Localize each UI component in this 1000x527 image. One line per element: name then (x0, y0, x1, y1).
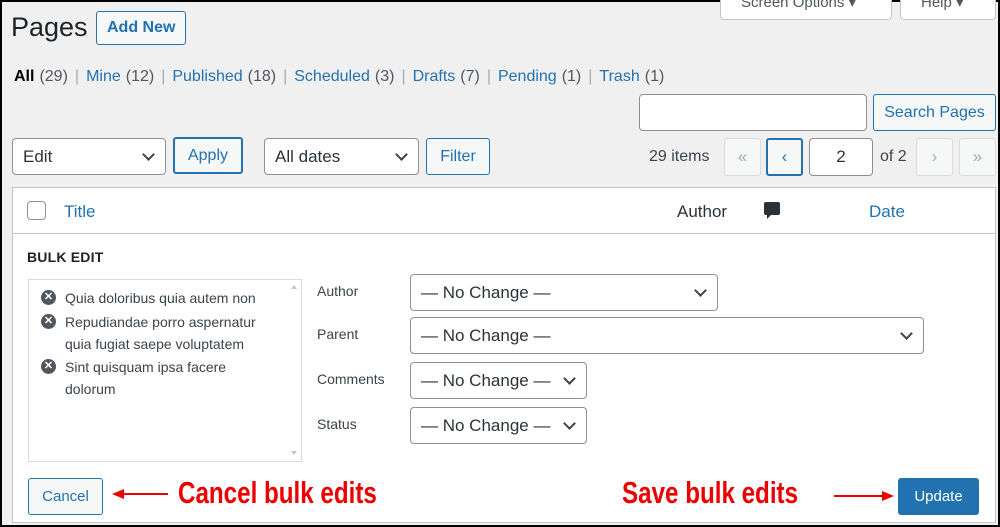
filter-mine[interactable]: Mine (12) (86, 68, 154, 86)
date-filter-value: All dates (275, 147, 341, 166)
filter-count: (18) (247, 68, 277, 85)
filter-mine-link[interactable]: Mine (86, 68, 121, 86)
chevron-down-icon (563, 417, 576, 430)
pages-table: Title Author Date BULK EDIT ✕ Quia dolor… (12, 187, 996, 523)
add-new-button[interactable]: Add New (96, 11, 187, 45)
column-author: Author (677, 202, 728, 221)
prev-page-button[interactable]: ‹ (766, 138, 803, 176)
filter-published[interactable]: Published (18) (172, 68, 276, 86)
status-label: Status (317, 416, 357, 432)
column-title[interactable]: Title (64, 202, 96, 222)
current-page-input[interactable]: 2 (809, 138, 873, 176)
parent-value: — No Change — (421, 326, 551, 345)
scroll-up-arrow[interactable] (291, 285, 297, 289)
column-date[interactable]: Date (869, 202, 905, 222)
comments-label: Comments (317, 371, 385, 387)
parent-label: Parent (317, 326, 359, 342)
separator: | (283, 68, 288, 85)
bulk-action-value: Edit (23, 147, 53, 166)
list-item: ✕ Sint quisquam ipsa facere dolorum (41, 356, 235, 400)
screen-options-tab[interactable]: Screen Options ▾ (720, 0, 892, 20)
filter-all[interactable]: All (29) (14, 68, 68, 86)
items-count: 29 items (649, 148, 710, 165)
bulk-titles-list[interactable]: ✕ Quia doloribus quia autem non ✕ Repudi… (28, 279, 302, 462)
remove-icon[interactable]: ✕ (41, 314, 56, 329)
table-header: Title Author Date (13, 188, 995, 234)
filter-trash-link[interactable]: Trash (599, 68, 639, 86)
cancel-button[interactable]: Cancel (28, 478, 103, 515)
date-filter-select[interactable]: All dates (264, 138, 419, 175)
separator: | (486, 68, 491, 85)
filter-scheduled-link[interactable]: Scheduled (294, 68, 370, 86)
filter-drafts[interactable]: Drafts (7) (413, 68, 480, 86)
filter-scheduled[interactable]: Scheduled (3) (294, 68, 394, 86)
scroll-down-arrow[interactable] (291, 451, 297, 455)
chevron-down-icon (142, 148, 155, 161)
chevron-down-icon (395, 148, 408, 161)
filter-published-link[interactable]: Published (172, 68, 242, 86)
page-title: Pages (11, 12, 88, 42)
filter-count: (1) (561, 68, 582, 85)
annotation-arrow-line (834, 495, 884, 497)
bulk-action-select[interactable]: Edit (12, 138, 166, 175)
separator: | (161, 68, 166, 85)
chevron-down-icon (563, 372, 576, 385)
list-item: ✕ Quia doloribus quia autem non (41, 287, 265, 309)
separator: | (74, 68, 80, 85)
filter-count: (7) (460, 68, 480, 85)
separator: | (401, 68, 406, 85)
comment-icon (763, 201, 781, 219)
arrow-right-icon (882, 491, 894, 501)
cancel-annotation: Cancel bulk edits (178, 475, 377, 510)
author-label: Author (317, 283, 359, 299)
parent-select[interactable]: — No Change — (410, 317, 924, 354)
list-item: ✕ Repudiandae porro aspernatur quia fugi… (41, 311, 265, 355)
total-pages: of 2 (880, 148, 907, 165)
filter-all-link[interactable]: All (14, 68, 34, 86)
update-button[interactable]: Update (898, 478, 979, 515)
status-select[interactable]: — No Change — (410, 407, 587, 444)
search-pages-button[interactable]: Search Pages (873, 94, 996, 131)
select-all-checkbox[interactable] (27, 201, 46, 220)
filter-drafts-link[interactable]: Drafts (413, 68, 456, 86)
filter-count: (3) (374, 68, 395, 85)
comments-value: — No Change — (421, 371, 551, 390)
status-value: — No Change — (421, 416, 551, 435)
comments-select[interactable]: — No Change — (410, 362, 587, 399)
remove-icon[interactable]: ✕ (41, 290, 56, 305)
bulk-edit-heading: BULK EDIT (27, 249, 104, 265)
search-input[interactable] (639, 94, 867, 131)
list-item-title: Repudiandae porro aspernatur quia fugiat… (65, 314, 256, 352)
filter-pending-link[interactable]: Pending (498, 68, 557, 86)
filter-count: (29) (39, 68, 68, 85)
filter-trash[interactable]: Trash (1) (599, 68, 664, 86)
filter-button[interactable]: Filter (426, 138, 490, 175)
author-select[interactable]: — No Change — (410, 274, 718, 311)
filter-pending[interactable]: Pending (1) (498, 68, 581, 86)
apply-button[interactable]: Apply (173, 137, 243, 174)
separator: | (588, 68, 593, 85)
author-value: — No Change — (421, 283, 551, 302)
help-tab[interactable]: Help ▾ (900, 0, 996, 20)
list-item-title: Sint quisquam ipsa facere dolorum (65, 359, 227, 397)
annotation-arrow-line (120, 493, 168, 495)
chevron-down-icon (900, 327, 913, 340)
next-page-button[interactable]: › (916, 138, 953, 176)
filter-count: (1) (644, 68, 665, 85)
remove-icon[interactable]: ✕ (41, 359, 56, 374)
list-item-title: Quia doloribus quia autem non (65, 290, 256, 306)
first-page-button[interactable]: « (724, 138, 761, 176)
status-filter-links: All (29) | Mine (12) | Published (18) | Sch… (14, 68, 664, 86)
save-annotation: Save bulk edits (622, 475, 799, 510)
last-page-button[interactable]: » (959, 138, 996, 176)
chevron-down-icon (694, 284, 707, 297)
filter-count: (12) (125, 68, 155, 85)
